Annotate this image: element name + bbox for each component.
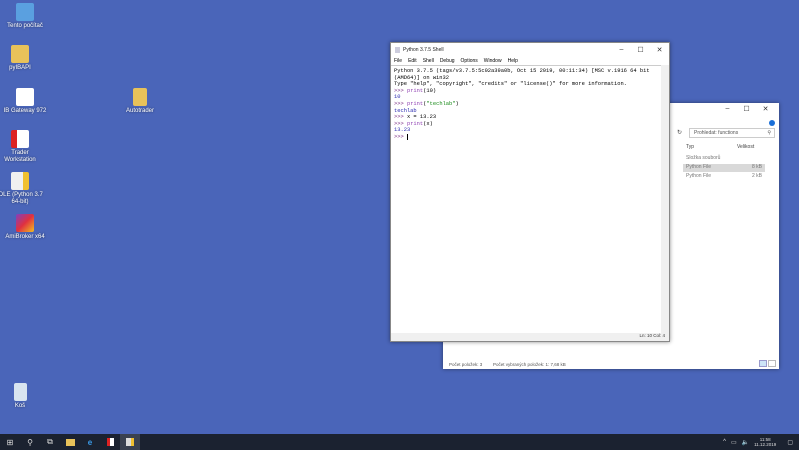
folder-icon [133, 88, 147, 106]
notifications-icon[interactable]: ▢ [787, 439, 793, 446]
maximize-button[interactable]: ☐ [631, 46, 650, 54]
python-shell-window: Python 3.7.5 Shell – ☐ ✕ File Edit Shell Debu… [390, 42, 670, 342]
desktop-icon-autotrader[interactable]: Autotrader [115, 88, 165, 115]
file-row[interactable]: Python File 8 kB [683, 164, 765, 172]
desktop-icon-amibroker[interactable]: AmiBroker x64 [0, 214, 50, 241]
details-view-button[interactable] [759, 360, 767, 367]
column-header-type[interactable]: Typ [686, 144, 694, 150]
refresh-icon[interactable]: ↻ [677, 129, 682, 136]
search-input[interactable]: Prohledat: functions ⚲ [689, 128, 775, 138]
search-icon[interactable]: ⚲ [20, 434, 40, 450]
task-view-icon[interactable]: ⧉ [40, 434, 60, 450]
search-icon: ⚲ [767, 130, 771, 136]
computer-icon [16, 3, 34, 21]
vertical-scrollbar[interactable] [661, 65, 669, 334]
desktop-icon-recycle-bin[interactable]: Koš [0, 383, 45, 410]
tws-icon [11, 130, 29, 148]
menu-shell[interactable]: Shell [423, 58, 434, 64]
recycle-bin-icon [13, 383, 27, 401]
network-icon[interactable]: ▭ [731, 439, 737, 446]
close-button[interactable]: ✕ [650, 46, 669, 54]
amibroker-icon [16, 214, 34, 232]
title-bar[interactable]: Python 3.7.5 Shell – ☐ ✕ [391, 43, 669, 57]
file-row[interactable]: Složka souborů [683, 155, 765, 163]
status-item-count: Počet položek: 3 [449, 362, 483, 367]
file-explorer-taskbar-icon[interactable] [60, 434, 80, 450]
python-idle-taskbar-icon[interactable] [120, 434, 140, 450]
maximize-button[interactable]: ☐ [737, 105, 756, 113]
menu-edit[interactable]: Edit [408, 58, 417, 64]
column-header-size[interactable]: Velikost [737, 144, 754, 150]
menu-debug[interactable]: Debug [440, 58, 455, 64]
menu-help[interactable]: Help [508, 58, 518, 64]
tws-taskbar-icon[interactable] [100, 434, 120, 450]
volume-icon[interactable]: 🔈 [742, 439, 749, 446]
text-cursor [406, 133, 408, 140]
desktop-icon-this-pc[interactable]: Tento počítač [0, 3, 50, 30]
menu-bar: File Edit Shell Debug Options Window Help [391, 57, 669, 65]
shell-text-area[interactable]: Python 3.7.5 (tags/v3.7.5:5c02a39a0b, Oc… [391, 65, 661, 334]
close-button[interactable]: ✕ [756, 105, 775, 113]
taskbar: ⊞ ⚲ ⧉ e ^ ▭ 🔈 11:58 11.12.2019 ▢ [0, 434, 799, 450]
menu-file[interactable]: File [394, 58, 402, 64]
menu-options[interactable]: Options [461, 58, 478, 64]
folder-icon [11, 45, 29, 63]
show-hidden-icons-icon[interactable]: ^ [723, 439, 726, 445]
window-controls: – ☐ ✕ [718, 105, 775, 113]
minimize-button[interactable]: – [718, 105, 737, 113]
desktop-icon-idle[interactable]: IDLE (Python 3.7 64-bit) [0, 172, 45, 206]
tiles-view-button[interactable] [768, 360, 776, 367]
start-button[interactable]: ⊞ [0, 434, 20, 450]
python-file-icon [395, 47, 400, 53]
status-bar: Ln: 10 Col: 4 [391, 333, 669, 341]
ib-gateway-icon [16, 88, 34, 106]
desktop-icon-tws[interactable]: Trader Workstation [0, 130, 45, 164]
status-selected: Počet vybraných položek: 1: 7,68 kB [493, 362, 566, 367]
clock[interactable]: 11:58 11.12.2019 [754, 437, 776, 447]
edge-browser-icon[interactable]: e [80, 434, 100, 450]
python-idle-icon [11, 172, 29, 190]
menu-window[interactable]: Window [484, 58, 502, 64]
minimize-button[interactable]: – [612, 46, 631, 54]
file-row[interactable]: Python File 2 kB [683, 173, 765, 181]
help-icon[interactable] [769, 120, 775, 126]
desktop-icon-ib-gateway[interactable]: IB Gateway 972 [0, 88, 50, 115]
desktop-icon-pyibapi[interactable]: pyIBAPI [0, 45, 45, 72]
